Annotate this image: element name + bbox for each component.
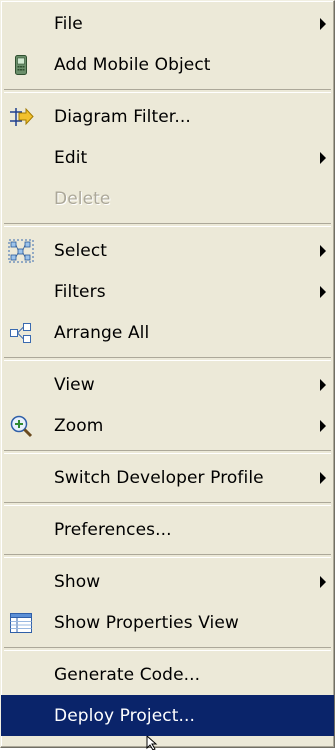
menu-separator — [4, 647, 331, 651]
submenu-arrow-icon — [320, 378, 326, 391]
properties-table-icon — [7, 610, 35, 636]
menu-item-label: Filters — [54, 281, 106, 302]
menu-item-label: Diagram Filter... — [54, 106, 191, 127]
menu-separator — [4, 223, 331, 227]
menu-item-show[interactable]: Show — [1, 561, 334, 602]
menu-separator — [4, 89, 331, 93]
mobile-device-icon — [7, 52, 35, 78]
menu-item-label: Add Mobile Object — [54, 54, 211, 75]
submenu-arrow-icon — [320, 575, 326, 588]
menu-item-diagram-filter[interactable]: Diagram Filter... — [1, 96, 334, 137]
menu-item-label: Edit — [54, 147, 88, 168]
menu-item-label: Show Properties View — [54, 612, 239, 633]
menu-item-edit[interactable]: Edit — [1, 137, 334, 178]
menu-item-switch-developer-profile[interactable]: Switch Developer Profile — [1, 457, 334, 498]
submenu-arrow-icon — [320, 151, 326, 164]
menu-item-add-mobile-object[interactable]: Add Mobile Object — [1, 44, 334, 85]
menu-item-show-properties-view[interactable]: Show Properties View — [1, 602, 334, 643]
menu-item-label: Generate Code... — [54, 664, 201, 685]
menu-item-label: File — [54, 13, 83, 34]
menu-item-label: Deploy Project... — [54, 705, 196, 726]
menu-separator — [4, 502, 331, 506]
menu-item-label: Arrange All — [54, 322, 150, 343]
menu-item-label: View — [54, 374, 95, 395]
menu-item-label: Select — [54, 240, 108, 261]
menu-item-label: Show — [54, 571, 101, 592]
menu-separator — [4, 450, 331, 454]
menu-item-label: Switch Developer Profile — [54, 467, 264, 488]
menu-separator — [4, 357, 331, 361]
submenu-arrow-icon — [320, 471, 326, 484]
submenu-arrow-icon — [320, 244, 326, 257]
menu-item-file[interactable]: File — [1, 3, 334, 44]
menu-item-arrange-all[interactable]: Arrange All — [1, 312, 334, 353]
select-nodes-icon — [7, 238, 35, 264]
menu-item-deploy-project[interactable]: Deploy Project... — [1, 695, 334, 736]
submenu-arrow-icon — [320, 419, 326, 432]
menu-item-filters[interactable]: Filters — [1, 271, 334, 312]
filter-arrow-icon — [7, 104, 35, 130]
menu-separator — [4, 554, 331, 558]
submenu-arrow-icon — [320, 285, 326, 298]
zoom-in-icon — [7, 413, 35, 439]
menu-item-generate-code[interactable]: Generate Code... — [1, 654, 334, 695]
menu-item-label: Delete — [54, 188, 111, 209]
menu-item-label: Zoom — [54, 415, 104, 436]
menu-item-label: Preferences... — [54, 519, 172, 540]
menu-item-select[interactable]: Select — [1, 230, 334, 271]
arrange-all-icon — [7, 320, 35, 346]
menu-item-preferences[interactable]: Preferences... — [1, 509, 334, 550]
menu-item-view[interactable]: View — [1, 364, 334, 405]
context-menu-items: File Add Mobile Object Diagram Filter... Ed… — [1, 1, 334, 736]
menu-item-delete: Delete — [1, 178, 334, 219]
menu-item-zoom[interactable]: Zoom — [1, 405, 334, 446]
submenu-arrow-icon — [320, 17, 326, 30]
context-menu: File Add Mobile Object Diagram Filter... Ed… — [0, 0, 335, 748]
